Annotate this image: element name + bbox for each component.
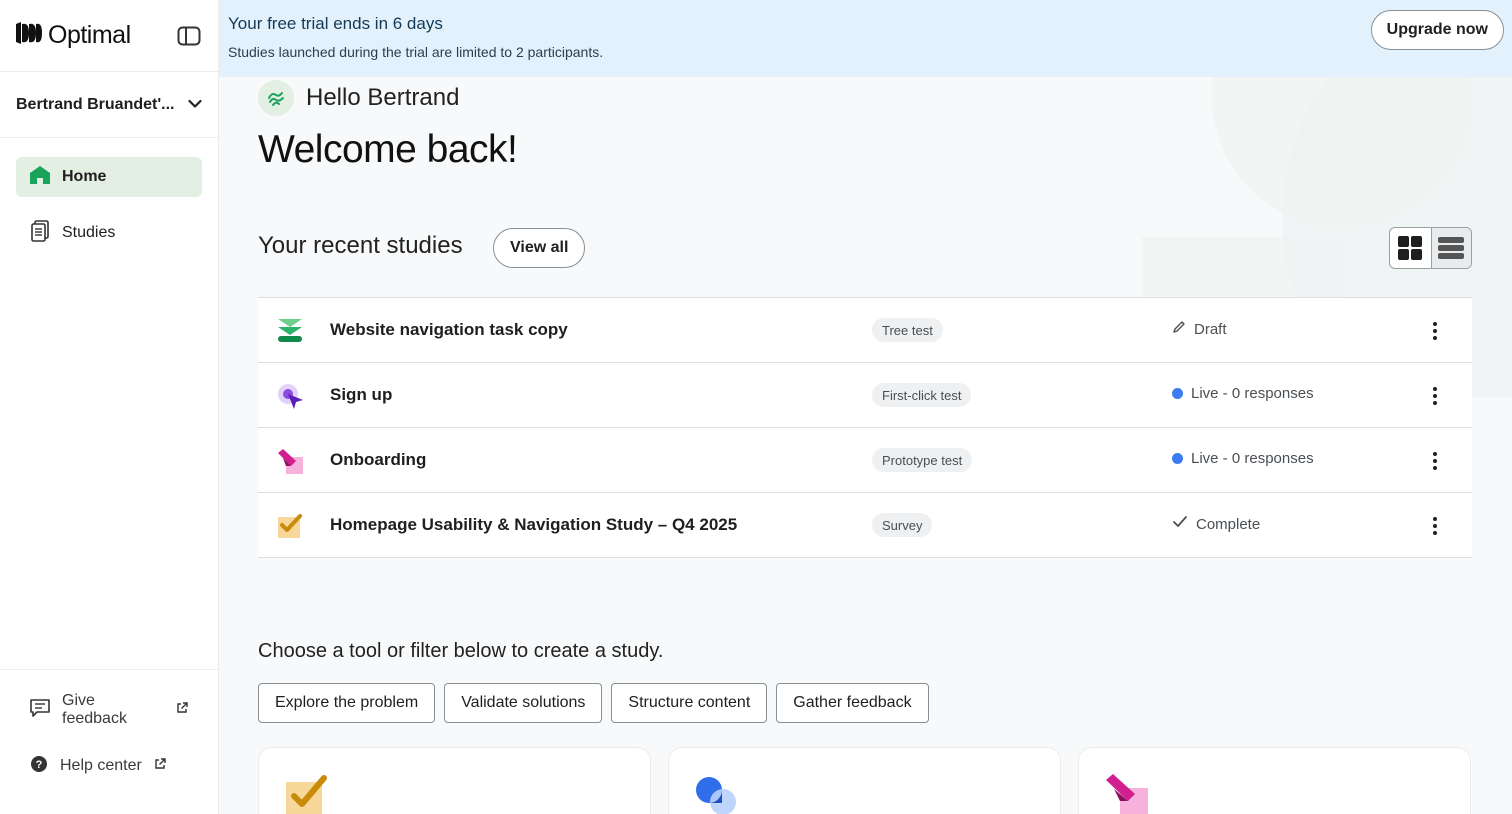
grid-icon — [1398, 236, 1423, 260]
prototype-icon — [1104, 772, 1150, 814]
study-name: Homepage Usability & Navigation Study – … — [330, 515, 738, 534]
logo-row: Optimal — [0, 0, 218, 72]
more-options-button[interactable] — [1426, 515, 1444, 537]
pencil-icon — [1172, 320, 1186, 338]
nav-item-studies[interactable]: Studies — [16, 213, 202, 253]
logo[interactable]: Optimal — [16, 21, 131, 50]
svg-text:?: ? — [36, 759, 43, 771]
filter-explore-problem[interactable]: Explore the problem — [258, 683, 436, 723]
feedback-icon — [30, 698, 50, 722]
chevron-down-icon — [188, 96, 202, 114]
study-name: Website navigation task copy — [330, 320, 568, 339]
sidebar: Optimal Bertrand Bruandet'... Home Studi… — [0, 0, 219, 814]
study-type-badge: First-click test — [872, 383, 972, 407]
live-status-dot — [1172, 388, 1183, 399]
more-options-button[interactable] — [1426, 385, 1444, 407]
nav-item-home[interactable]: Home — [16, 157, 202, 197]
study-status-label: Live - 0 responses — [1191, 385, 1314, 402]
external-link-icon — [154, 757, 166, 775]
grid-view-button[interactable] — [1390, 228, 1431, 268]
app-name: Optimal — [48, 21, 131, 49]
tool-card-survey[interactable] — [258, 747, 651, 814]
org-name: Bertrand Bruandet'... — [16, 95, 175, 113]
study-name: Onboarding — [330, 450, 427, 469]
study-name: Sign up — [330, 385, 393, 404]
study-status-label: Draft — [1194, 320, 1227, 338]
list-view-button[interactable] — [1430, 228, 1471, 268]
filter-validate-solutions[interactable]: Validate solutions — [444, 683, 603, 723]
study-status-label: Live - 0 responses — [1191, 450, 1314, 467]
trial-banner: Your free trial ends in 6 days Studies l… — [219, 0, 1512, 77]
external-link-icon — [176, 701, 188, 719]
study-status-label: Complete — [1196, 515, 1261, 533]
study-status: Draft — [1172, 320, 1227, 338]
help-icon: ? — [30, 755, 48, 778]
main-nav: Home Studies — [0, 138, 218, 253]
study-row[interactable]: Onboarding Prototype test Live - 0 respo… — [258, 428, 1472, 493]
home-icon — [30, 165, 50, 189]
filter-structure-content[interactable]: Structure content — [611, 683, 768, 723]
help-center-link[interactable]: ? Help center — [16, 748, 202, 784]
study-row[interactable]: Sign up First-click test Live - 0 respon… — [258, 363, 1472, 428]
main-content: Your free trial ends in 6 days Studies l… — [219, 0, 1512, 814]
choose-tool-text: Choose a tool or filter below to create … — [258, 640, 664, 662]
upgrade-now-button[interactable]: Upgrade now — [1370, 10, 1504, 50]
list-icon — [1438, 237, 1465, 259]
hello-text: Hello Bertrand — [306, 84, 460, 111]
card-sort-icon — [694, 772, 740, 814]
nav-item-label: Studies — [62, 224, 116, 241]
sidebar-toggle-icon — [177, 26, 201, 45]
tool-card-card-sort[interactable] — [668, 747, 1061, 814]
more-options-button[interactable] — [1426, 450, 1444, 472]
checkmark-icon — [1172, 515, 1188, 533]
study-row[interactable]: Website navigation task copy Tree test D… — [258, 298, 1472, 363]
tool-card-prototype[interactable] — [1078, 747, 1471, 814]
banner-subtitle: Studies launched during the trial are li… — [228, 44, 604, 60]
study-status: Live - 0 responses — [1172, 450, 1314, 467]
more-options-button[interactable] — [1426, 320, 1444, 342]
prototype-icon — [277, 448, 303, 474]
survey-icon — [284, 772, 330, 814]
help-center-label: Help center — [60, 757, 142, 774]
live-status-dot — [1172, 453, 1183, 464]
give-feedback-link[interactable]: Give feedback — [16, 692, 202, 728]
banner-title: Your free trial ends in 6 days — [228, 14, 443, 33]
nav-item-label: Home — [62, 168, 107, 185]
recent-studies-title: Your recent studies — [258, 232, 463, 259]
filter-gather-feedback[interactable]: Gather feedback — [776, 683, 929, 723]
study-type-badge: Tree test — [872, 318, 943, 342]
study-status: Complete — [1172, 515, 1260, 533]
page-title: Welcome back! — [258, 128, 518, 171]
collapse-sidebar-button[interactable] — [176, 25, 202, 47]
study-filters: Explore the problem Validate solutions S… — [258, 683, 929, 723]
tool-cards — [258, 747, 1471, 814]
give-feedback-label: Give feedback — [62, 692, 127, 727]
studies-icon — [30, 219, 50, 247]
study-type-badge: Prototype test — [872, 448, 973, 472]
first-click-icon — [277, 383, 303, 409]
study-row[interactable]: Homepage Usability & Navigation Study – … — [258, 493, 1472, 558]
wave-icon — [258, 80, 294, 116]
tree-test-icon — [277, 318, 303, 344]
study-type-badge: Survey — [872, 513, 933, 537]
survey-icon — [277, 513, 303, 539]
greeting: Hello Bertrand — [258, 80, 459, 116]
view-all-button[interactable]: View all — [493, 228, 586, 268]
view-toggle — [1389, 227, 1472, 269]
study-status: Live - 0 responses — [1172, 385, 1314, 402]
optimal-logo-icon — [16, 22, 42, 49]
org-switcher[interactable]: Bertrand Bruandet'... — [0, 72, 218, 138]
recent-studies-list: Website navigation task copy Tree test D… — [258, 297, 1472, 558]
sidebar-footer: Give feedback ? Help center — [0, 669, 218, 814]
